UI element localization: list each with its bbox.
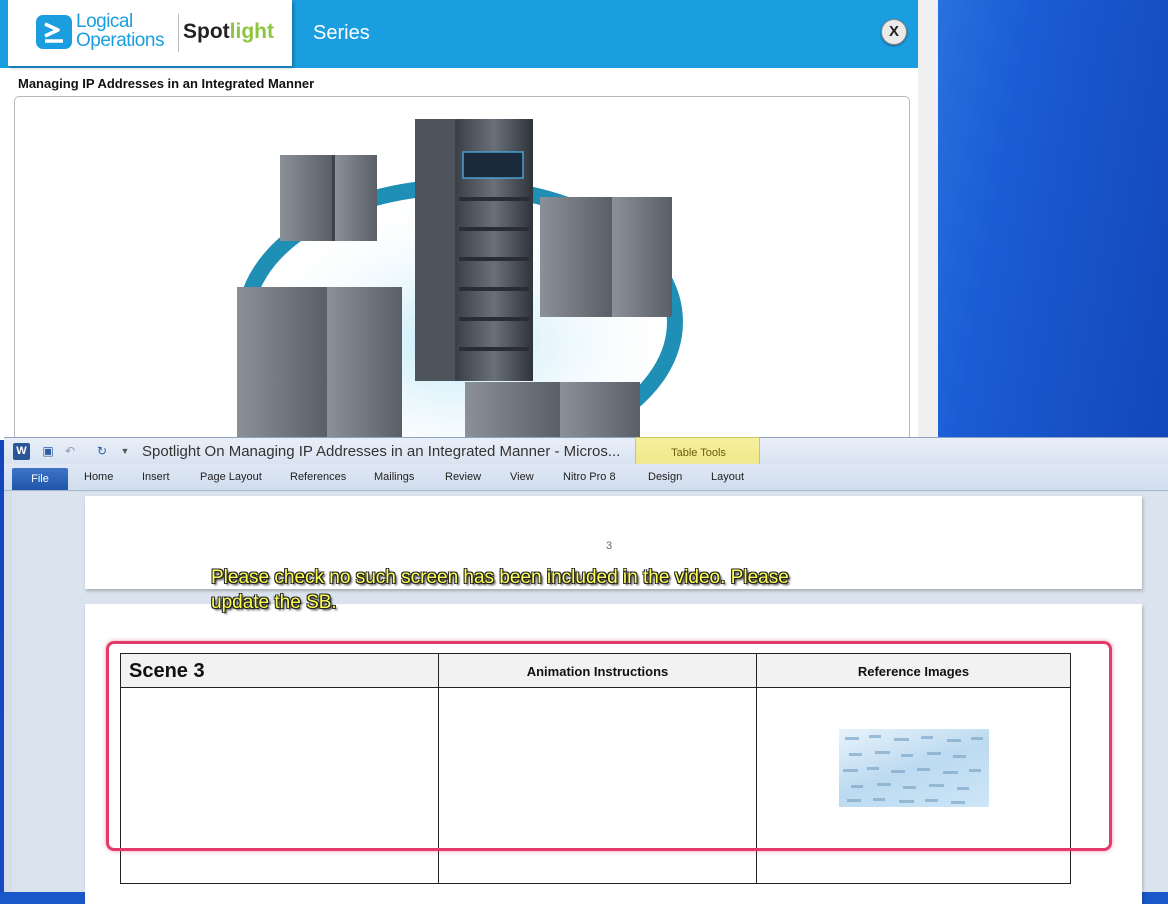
- tab-mailings[interactable]: Mailings: [374, 471, 414, 483]
- logo-line1: Logical: [76, 11, 133, 32]
- tab-file[interactable]: File: [12, 468, 68, 490]
- brand-spot: Spot: [183, 20, 230, 43]
- undo-icon[interactable]: ↶: [62, 443, 78, 459]
- server-group-top-left: [280, 155, 377, 241]
- lesson-title: Managing IP Addresses in an Integrated M…: [18, 76, 315, 91]
- ribbon-tabbar: Home Insert Page Layout References Maili…: [4, 464, 1168, 491]
- save-icon[interactable]: ▣: [40, 443, 56, 459]
- server-group-left: [237, 287, 402, 440]
- tab-home[interactable]: Home: [84, 471, 113, 483]
- customize-toolbar-icon[interactable]: ▼: [117, 443, 133, 459]
- logical-operations-logo-icon: [36, 15, 72, 49]
- window-title: Spotlight On Managing IP Addresses in an…: [142, 443, 621, 460]
- annotation-line2: update the SB.: [211, 592, 337, 613]
- logo-line2: Operations: [76, 30, 164, 51]
- redo-icon[interactable]: ↻: [94, 443, 110, 459]
- player-scrollbar-gutter: [918, 0, 938, 440]
- close-button[interactable]: X: [881, 19, 907, 45]
- server-group-bottom: [465, 382, 640, 440]
- logo-divider: [178, 14, 179, 52]
- annotation-line1: Please check no such screen has been inc…: [211, 567, 789, 588]
- tab-insert[interactable]: Insert: [142, 471, 170, 483]
- spotlight-player-window: Logical Operations Spotlight Series X Ma…: [0, 0, 938, 441]
- word-app-icon[interactable]: W: [13, 443, 30, 460]
- servers-illustration: [230, 119, 690, 440]
- logo-wordmark: Logical Operations: [76, 12, 164, 50]
- server-group-right: [540, 197, 672, 317]
- tab-page-layout[interactable]: Page Layout: [200, 471, 262, 483]
- main-server-tower: [415, 119, 533, 381]
- table-tools-label: Table Tools: [671, 447, 726, 459]
- brand-light: light: [229, 20, 274, 43]
- tab-review[interactable]: Review: [445, 471, 481, 483]
- tab-design[interactable]: Design: [648, 471, 682, 483]
- word-titlebar: W ▣ ↶ ↻ ▼ Spotlight On Managing IP Addre…: [4, 437, 1168, 464]
- page-number: 3: [606, 540, 613, 552]
- tab-nitro-pro[interactable]: Nitro Pro 8: [563, 471, 616, 483]
- review-highlight-box: [106, 641, 1112, 851]
- tab-view[interactable]: View: [510, 471, 534, 483]
- tab-layout[interactable]: Layout: [711, 471, 744, 483]
- brand-logo: Logical Operations Spotlight: [8, 0, 292, 66]
- lesson-stage: [14, 96, 910, 441]
- tab-references[interactable]: References: [290, 471, 346, 483]
- series-label: Series: [313, 22, 370, 44]
- review-annotation: Please check no such screen has been inc…: [211, 565, 911, 615]
- spotlight-wordmark: Spotlight: [183, 20, 274, 44]
- player-header: Logical Operations Spotlight Series X: [0, 0, 918, 68]
